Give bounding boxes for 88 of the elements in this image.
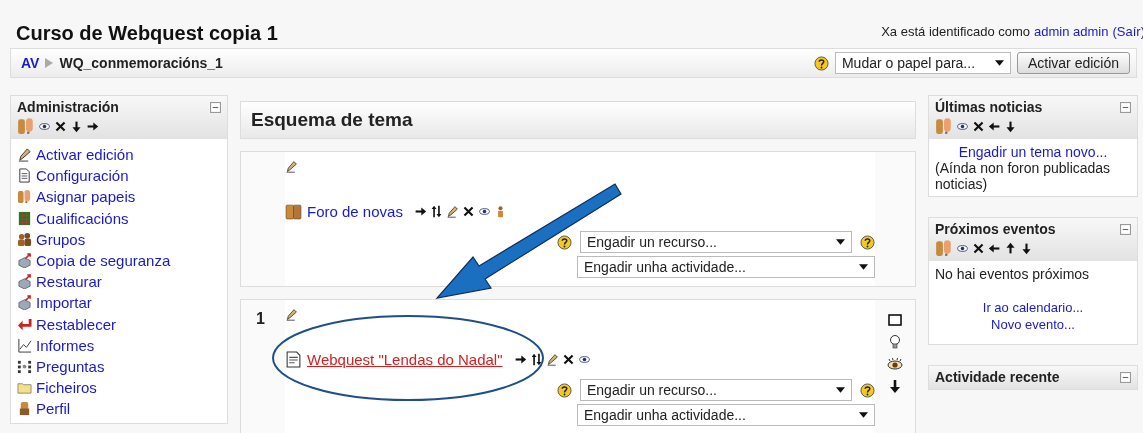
caret-icon xyxy=(836,387,845,393)
block-title: Próximos eventos xyxy=(935,221,1056,237)
person-icon xyxy=(17,401,32,417)
help-icon[interactable] xyxy=(860,234,875,250)
collapse-icon[interactable] xyxy=(1120,101,1131,113)
events-text: No hai eventos próximos xyxy=(935,266,1091,282)
help-icon[interactable] xyxy=(860,382,875,398)
pencil-icon[interactable] xyxy=(285,308,298,321)
down-arrow-icon[interactable] xyxy=(1004,119,1017,133)
up-arrow-icon[interactable] xyxy=(1004,241,1017,255)
calendar-link[interactable]: Ir ao calendario... xyxy=(982,300,1084,315)
admin-link[interactable]: Informes xyxy=(36,336,95,354)
close-icon[interactable] xyxy=(561,353,575,366)
down-arrow-icon[interactable] xyxy=(1020,241,1033,255)
activity-link[interactable]: Webquest "Lendas do Nadal" xyxy=(307,351,503,368)
admin-link[interactable]: Restablecer xyxy=(36,315,117,333)
user-link[interactable]: admin admin xyxy=(1034,24,1109,39)
bulb-icon[interactable] xyxy=(887,334,903,350)
group-icon xyxy=(17,231,32,247)
box-icon xyxy=(17,253,32,269)
section-number: 1 xyxy=(256,310,265,327)
admin-link[interactable]: Copia de seguranza xyxy=(36,252,171,270)
add-topic-link[interactable]: Engadir un tema novo... xyxy=(935,144,1131,160)
close-icon[interactable] xyxy=(972,119,985,133)
breadcrumb-link[interactable]: AV xyxy=(21,55,40,71)
box-icon xyxy=(17,274,32,290)
admin-link[interactable]: Asignar papeis xyxy=(36,188,136,206)
admin-link[interactable]: Preguntas xyxy=(36,357,105,375)
activity-link[interactable]: Foro de novas xyxy=(307,203,403,220)
admin-link[interactable]: Cualificacións xyxy=(36,209,129,227)
admin-link[interactable]: Configuración xyxy=(36,167,129,185)
close-icon[interactable] xyxy=(972,241,985,255)
square-icon[interactable] xyxy=(887,312,903,328)
course-title: Curso de Webquest copia 1 xyxy=(16,22,278,45)
close-icon[interactable] xyxy=(461,205,475,218)
admin-link[interactable]: Ficheiros xyxy=(36,379,97,397)
down-arrow-icon[interactable] xyxy=(887,378,903,394)
admin-link[interactable]: Perfil xyxy=(36,400,71,418)
collapse-icon[interactable] xyxy=(1120,223,1131,235)
outline-title: Esquema de tema xyxy=(251,109,413,131)
box-icon xyxy=(17,295,32,311)
current-page-title: WQ_conmemoracións_1 xyxy=(59,55,223,71)
role-dropdown[interactable]: Mudar o papel para... xyxy=(834,52,1011,74)
news-text: (Aínda non foron publicadas noticias) xyxy=(935,160,1112,192)
block-title: Últimas noticias xyxy=(935,99,1043,115)
folder-icon xyxy=(17,380,32,396)
people-icon xyxy=(285,203,302,220)
collapse-icon[interactable] xyxy=(1120,371,1131,383)
pencil-icon[interactable] xyxy=(285,160,298,173)
down-arrow-icon[interactable] xyxy=(70,119,83,133)
block-title: Actividade recente xyxy=(935,369,1060,385)
edit-mode-button[interactable]: Activar edición xyxy=(1016,52,1130,74)
caret-icon xyxy=(859,412,868,418)
admin-link[interactable]: Importar xyxy=(36,294,92,312)
pencil-icon[interactable] xyxy=(545,353,559,366)
chart-icon xyxy=(17,337,32,353)
add-resource-dropdown[interactable]: Engadir un recurso... xyxy=(580,379,852,401)
caret-icon xyxy=(836,239,845,245)
people-icon xyxy=(17,189,32,205)
right-arrow-icon[interactable] xyxy=(513,353,527,366)
admin-link[interactable]: Grupos xyxy=(36,230,86,248)
eye-icon[interactable] xyxy=(577,353,591,366)
help-icon[interactable] xyxy=(813,55,829,71)
close-icon[interactable] xyxy=(54,119,67,133)
right-arrow-icon[interactable] xyxy=(413,205,427,218)
help-icon[interactable] xyxy=(557,234,572,250)
eye-icon[interactable] xyxy=(887,356,903,372)
pencil-icon[interactable] xyxy=(445,205,459,218)
eye-icon[interactable] xyxy=(477,205,491,218)
help-icon[interactable] xyxy=(557,382,572,398)
block-title: Administración xyxy=(17,99,119,115)
return-arrow-icon xyxy=(17,316,32,332)
admin-link[interactable]: Activar edición xyxy=(36,146,134,164)
move-icon[interactable] xyxy=(529,353,543,366)
admin-link[interactable]: Restaurar xyxy=(36,273,102,291)
move-icon[interactable] xyxy=(429,205,443,218)
breadcrumb-separator-icon xyxy=(45,58,54,68)
caret-icon xyxy=(859,264,868,270)
pencil-icon xyxy=(17,147,32,163)
login-text: Xa está identificado como xyxy=(881,24,1031,39)
add-resource-dropdown[interactable]: Engadir un recurso... xyxy=(580,231,852,253)
add-activity-dropdown[interactable]: Engadir unha actividade... xyxy=(577,256,875,278)
collapse-icon[interactable] xyxy=(210,101,221,113)
caret-icon xyxy=(994,60,1004,66)
calendar-link[interactable]: Novo evento... xyxy=(991,317,1075,332)
grid-icon xyxy=(17,210,32,226)
document-icon xyxy=(17,168,32,184)
add-activity-dropdown[interactable]: Engadir unha actividade... xyxy=(577,404,875,426)
